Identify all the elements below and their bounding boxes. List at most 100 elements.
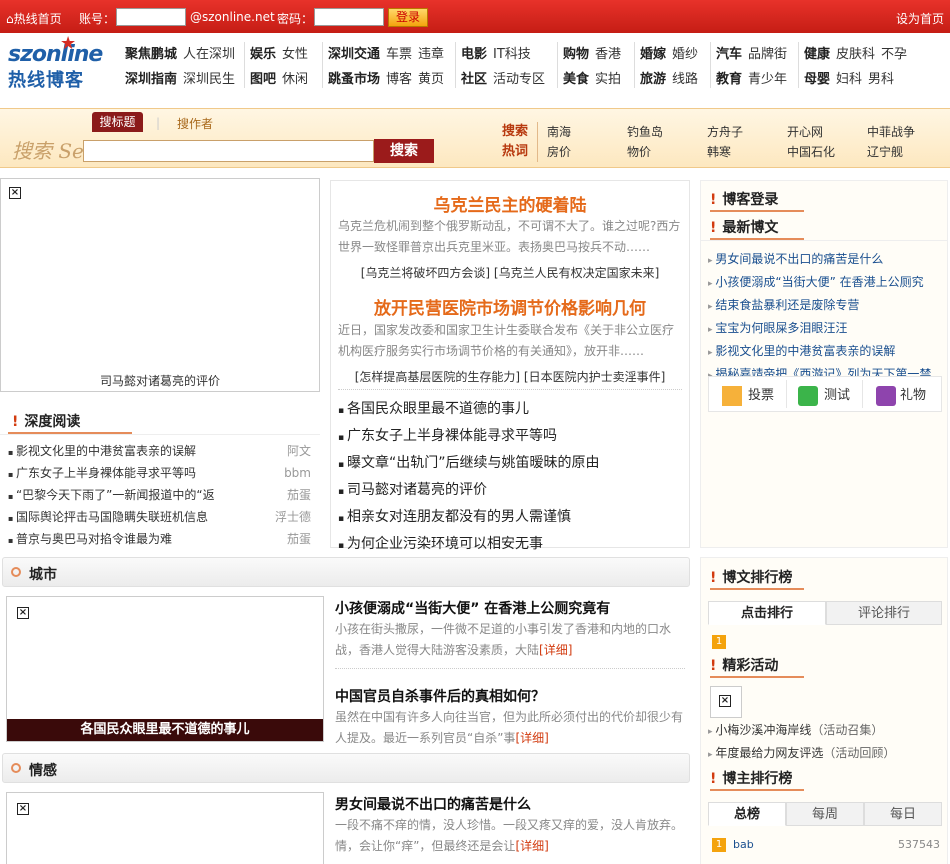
feature-list-item-title[interactable]: 各国民众眼里最不道德的事儿 (347, 401, 529, 417)
nav-link[interactable]: 违章 (418, 47, 444, 62)
feature-list-item-title[interactable]: 曝文章“出轨门”后继续与姚笛暧昧的原由 (347, 455, 600, 471)
site-logo[interactable]: szonline ★ 热线博客 (6, 33, 116, 92)
nav-link[interactable]: 女性 (282, 47, 308, 62)
newest-post-item[interactable]: ▸ 小孩便溺成“当街大便” 在香港上公厕究 (708, 272, 942, 295)
search-button[interactable]: 搜索 (374, 139, 434, 163)
hot-word[interactable]: 韩寒 (707, 142, 731, 162)
nav-link[interactable]: 深圳交通 (328, 47, 380, 62)
newest-post-title[interactable]: 结束食盐暴利还是废除专营 (715, 298, 859, 312)
feature-headline-2[interactable]: 放开民营医院市场调节价格影响几何 (330, 294, 690, 319)
event-item[interactable]: ▸ 小梅沙溪冲海岸线（活动召集） (708, 720, 942, 743)
city-image[interactable]: × 各国民众眼里最不道德的事儿 (6, 596, 324, 742)
event-item[interactable]: ▸ 年度最给力网友评选（活动回顾） (708, 743, 942, 766)
feature-list-item[interactable]: ▪ 相亲女对连朋友都没有的男人需谨慎 (338, 505, 682, 532)
gift-tool[interactable]: 礼物 (876, 384, 926, 406)
list-item[interactable]: ▪ 广东女子上半身裸体能寻求平等吗 bbm (8, 463, 311, 485)
nav-link[interactable]: 旅游 (640, 72, 666, 87)
emotion-image[interactable]: × (6, 792, 324, 864)
nav-link[interactable]: 香港 (595, 47, 621, 62)
feature-list-item[interactable]: ▪ 广东女子上半身裸体能寻求平等吗 (338, 424, 682, 451)
event-note[interactable]: （活动召集） (811, 723, 883, 737)
hot-word[interactable]: 钓鱼岛 (627, 122, 663, 142)
tab-search-author[interactable]: 搜作者 (177, 115, 213, 132)
test-tool[interactable]: 测试 (798, 384, 850, 406)
nav-link[interactable]: 黄页 (418, 72, 444, 87)
nav-link[interactable]: 婚纱 (672, 47, 698, 62)
newest-post-item[interactable]: ▸ 男女间最说不出口的痛苦是什么 (708, 249, 942, 272)
list-item[interactable]: ▪ “巴黎今天下雨了”一新闻报道中的“返 茄蛋 (8, 485, 311, 507)
feature-list-item-title[interactable]: 为何企业污染环境可以相安无事 (347, 536, 543, 552)
newest-post-title[interactable]: 男女间最说不出口的痛苦是什么 (715, 252, 883, 266)
hot-word[interactable]: 辽宁舰 (867, 142, 903, 162)
set-home-link[interactable]: 设为首页 (896, 10, 944, 27)
list-item[interactable]: ▪ 普京与奥巴马对掐令谁最为难 茄蛋 (8, 529, 311, 551)
list-item-author[interactable]: 浮士德 (275, 507, 311, 528)
feature-list-item[interactable]: ▪ 各国民众眼里最不道德的事儿 (338, 397, 682, 424)
blogger-name[interactable]: bab (733, 838, 754, 851)
nav-link[interactable]: 深圳指南 (125, 72, 177, 87)
list-item[interactable]: ▪ 国际舆论抨击马国隐瞒失联班机信息 浮士德 (8, 507, 311, 529)
city-article-2-title[interactable]: 中国官员自杀事件后的真相如何？ (335, 686, 685, 706)
feature-list-item[interactable]: ▪ 曝文章“出轨门”后继续与姚笛暧昧的原由 (338, 451, 682, 478)
nav-link[interactable]: 社区 (461, 72, 487, 87)
nav-link[interactable]: 购物 (563, 47, 589, 62)
tab-weekly[interactable]: 每周 (786, 802, 864, 826)
list-item-title[interactable]: 普京与奥巴马对掐令谁最为难 (16, 532, 172, 546)
nav-link[interactable]: 图吧 (250, 72, 276, 87)
tab-click-rank[interactable]: 点击排行 (708, 601, 826, 625)
nav-link[interactable]: 休闲 (282, 72, 308, 87)
nav-link[interactable]: 电影 (461, 47, 487, 62)
nav-link[interactable]: 汽车 (716, 47, 742, 62)
nav-link[interactable]: 皮肤科 (836, 47, 875, 62)
list-item-title[interactable]: “巴黎今天下雨了”一新闻报道中的“返 (16, 488, 215, 502)
hot-word[interactable]: 开心网 (787, 122, 823, 142)
list-item-title[interactable]: 影视文化里的中港贫富表亲的误解 (16, 444, 196, 458)
nav-link[interactable]: 深圳民生 (183, 72, 235, 87)
feature-list-item-title[interactable]: 广东女子上半身裸体能寻求平等吗 (347, 428, 557, 444)
nav-link[interactable]: 教育 (716, 72, 742, 87)
nav-link[interactable]: IT科技 (493, 47, 531, 62)
city-image-caption[interactable]: 各国民众眼里最不道德的事儿 (7, 719, 323, 741)
nav-link[interactable]: 跳蚤市场 (328, 72, 380, 87)
tab-search-title[interactable]: 搜标题 (92, 112, 143, 132)
event-image[interactable]: × (710, 686, 742, 718)
more-link[interactable]: [详细] (539, 643, 572, 657)
hot-word[interactable]: 南海 (547, 122, 571, 142)
newest-post-title[interactable]: 小孩便溺成“当街大便” 在香港上公厕究 (715, 275, 923, 289)
more-link[interactable]: [详细] (515, 731, 548, 745)
nav-link[interactable]: 聚焦鹏城 (125, 47, 177, 62)
login-button[interactable]: 登录 (388, 8, 428, 27)
nav-link[interactable]: 人在深圳 (183, 47, 235, 62)
tab-daily[interactable]: 每日 (864, 802, 942, 826)
hot-word[interactable]: 中菲战争 (867, 122, 915, 142)
newest-post-item[interactable]: ▸ 宝宝为何眼屎多泪眼汪汪 (708, 318, 942, 341)
list-item-author[interactable]: 茄蛋 (287, 485, 311, 506)
nav-link[interactable]: 线路 (672, 72, 698, 87)
event-title[interactable]: 小梅沙溪冲海岸线 (715, 723, 811, 737)
tab-total[interactable]: 总榜 (708, 802, 786, 826)
list-item-author[interactable]: 茄蛋 (287, 529, 311, 550)
event-note[interactable]: （活动回顾） (823, 746, 895, 760)
account-input[interactable] (116, 8, 186, 26)
city-article-1-title[interactable]: 小孩便溺成“当街大便” 在香港上公厕究竟有 (335, 598, 685, 618)
nav-link[interactable]: 婚嫁 (640, 47, 666, 62)
hot-word[interactable]: 房价 (547, 142, 571, 162)
nav-link[interactable]: 健康 (804, 47, 830, 62)
list-item[interactable]: ▪ 影视文化里的中港贫富表亲的误解 阿文 (8, 441, 311, 463)
more-link[interactable]: [详细] (515, 839, 548, 853)
feature-related-1[interactable]: [乌克兰将破坏四方会谈] [乌克兰人民有权决定国家未来] (330, 264, 690, 281)
feature-related-2[interactable]: [怎样提高基层医院的生存能力] [日本医院内护士卖淫事件] (330, 368, 690, 385)
nav-link[interactable]: 实拍 (595, 72, 621, 87)
nav-link[interactable]: 娱乐 (250, 47, 276, 62)
feature-list-item[interactable]: ▪ 司马懿对诸葛亮的评价 (338, 478, 682, 505)
home-link[interactable]: ⌂热线首页 (6, 10, 62, 27)
nav-link[interactable]: 不孕 (881, 47, 907, 62)
featured-image[interactable]: × 司马懿对诸葛亮的评价 (0, 178, 320, 392)
newest-post-title[interactable]: 影视文化里的中港贫富表亲的误解 (715, 344, 895, 358)
hot-word[interactable]: 物价 (627, 142, 651, 162)
event-title[interactable]: 年度最给力网友评选 (715, 746, 823, 760)
newest-post-item[interactable]: ▸ 结束食盐暴利还是废除专营 (708, 295, 942, 318)
nav-link[interactable]: 博客 (386, 72, 412, 87)
list-item-title[interactable]: 广东女子上半身裸体能寻求平等吗 (16, 466, 196, 480)
list-item-title[interactable]: 国际舆论抨击马国隐瞒失联班机信息 (16, 510, 208, 524)
